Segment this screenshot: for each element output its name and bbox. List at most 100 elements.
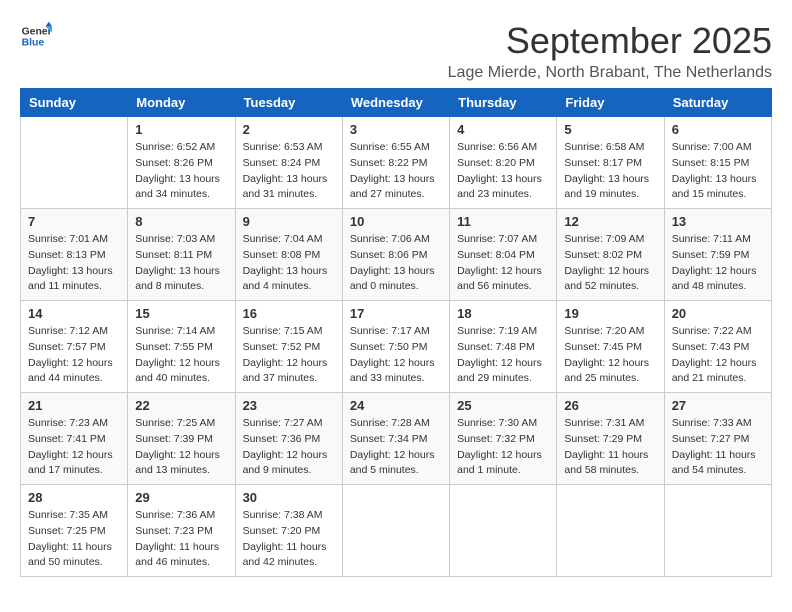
day-number: 27 [672,398,764,413]
day-info: Sunrise: 7:00 AM Sunset: 8:15 PM Dayligh… [672,140,764,203]
calendar-cell: 12Sunrise: 7:09 AM Sunset: 8:02 PM Dayli… [557,209,664,301]
calendar-cell: 14 Sunrise: 7:12 AM Sunset: 7:57 PM Dayli… [21,301,128,393]
day-info: Sunrise: 7:04 AM Sunset: 8:08 PM Dayligh… [243,232,335,295]
svg-text:Blue: Blue [22,38,45,49]
calendar-cell: 1 Sunrise: 6:52 AM Sunset: 8:26 PM Daylig… [128,117,235,209]
day-info: Sunrise: 6:52 AM Sunset: 8:26 PM Dayligh… [135,140,227,203]
day-info: Sunrise: 7:23 AM Sunset: 7:41 PM Dayligh… [28,416,120,479]
day-number: 13 [672,214,764,229]
calendar-week-row: 21 Sunrise: 7:23 AM Sunset: 7:41 PM Dayli… [21,393,772,485]
day-number: 7 [28,214,120,229]
calendar-cell: 13 Sunrise: 7:11 AM Sunset: 7:59 PM Dayli… [664,209,771,301]
calendar-cell: 25 Sunrise: 7:30 AM Sunset: 7:32 PM Dayli… [450,393,557,485]
calendar-week-row: 7Sunrise: 7:01 AM Sunset: 8:13 PM Daylig… [21,209,772,301]
calendar-cell: 2Sunrise: 6:53 AM Sunset: 8:24 PM Daylig… [235,117,342,209]
day-info: Sunrise: 7:06 AM Sunset: 8:06 PM Dayligh… [350,232,442,295]
weekday-header: Monday [128,89,235,117]
calendar-cell [342,485,449,577]
calendar-table: SundayMondayTuesdayWednesdayThursdayFrid… [20,88,772,577]
title-section: September 2025 Lage Mierde, North Braban… [448,20,772,82]
calendar-cell [664,485,771,577]
day-number: 16 [243,306,335,321]
day-info: Sunrise: 6:55 AM Sunset: 8:22 PM Dayligh… [350,140,442,203]
weekday-header-row: SundayMondayTuesdayWednesdayThursdayFrid… [21,89,772,117]
calendar-cell: 30 Sunrise: 7:38 AM Sunset: 7:20 PM Dayli… [235,485,342,577]
weekday-header: Thursday [450,89,557,117]
day-number: 26 [564,398,656,413]
weekday-header: Saturday [664,89,771,117]
day-info: Sunrise: 7:20 AM Sunset: 7:45 PM Dayligh… [564,324,656,387]
day-number: 6 [672,122,764,137]
day-number: 4 [457,122,549,137]
day-info: Sunrise: 7:19 AM Sunset: 7:48 PM Dayligh… [457,324,549,387]
day-number: 8 [135,214,227,229]
day-number: 15 [135,306,227,321]
day-info: Sunrise: 7:38 AM Sunset: 7:20 PM Dayligh… [243,508,335,571]
calendar-week-row: 14 Sunrise: 7:12 AM Sunset: 7:57 PM Dayli… [21,301,772,393]
day-number: 11 [457,214,549,229]
weekday-header: Tuesday [235,89,342,117]
day-number: 12 [564,214,656,229]
day-info: Sunrise: 7:22 AM Sunset: 7:43 PM Dayligh… [672,324,764,387]
day-info: Sunrise: 7:33 AM Sunset: 7:27 PM Dayligh… [672,416,764,479]
day-info: Sunrise: 7:14 AM Sunset: 7:55 PM Dayligh… [135,324,227,387]
day-number: 19 [564,306,656,321]
calendar-cell [450,485,557,577]
day-info: Sunrise: 7:25 AM Sunset: 7:39 PM Dayligh… [135,416,227,479]
day-number: 17 [350,306,442,321]
day-info: Sunrise: 7:35 AM Sunset: 7:25 PM Dayligh… [28,508,120,571]
day-number: 28 [28,490,120,505]
calendar-cell: 6 Sunrise: 7:00 AM Sunset: 8:15 PM Daylig… [664,117,771,209]
day-number: 14 [28,306,120,321]
calendar-cell: 24Sunrise: 7:28 AM Sunset: 7:34 PM Dayli… [342,393,449,485]
day-number: 9 [243,214,335,229]
calendar-cell: 15 Sunrise: 7:14 AM Sunset: 7:55 PM Dayli… [128,301,235,393]
calendar-cell: 11Sunrise: 7:07 AM Sunset: 8:04 PM Dayli… [450,209,557,301]
calendar-cell: 17 Sunrise: 7:17 AM Sunset: 7:50 PM Dayli… [342,301,449,393]
day-number: 10 [350,214,442,229]
day-number: 25 [457,398,549,413]
calendar-cell: 10 Sunrise: 7:06 AM Sunset: 8:06 PM Dayli… [342,209,449,301]
day-info: Sunrise: 7:36 AM Sunset: 7:23 PM Dayligh… [135,508,227,571]
calendar-cell: 16Sunrise: 7:15 AM Sunset: 7:52 PM Dayli… [235,301,342,393]
calendar-cell: 21 Sunrise: 7:23 AM Sunset: 7:41 PM Dayli… [21,393,128,485]
calendar-cell: 18Sunrise: 7:19 AM Sunset: 7:48 PM Dayli… [450,301,557,393]
calendar-cell: 5 Sunrise: 6:58 AM Sunset: 8:17 PM Daylig… [557,117,664,209]
day-number: 5 [564,122,656,137]
calendar-cell: 23 Sunrise: 7:27 AM Sunset: 7:36 PM Dayli… [235,393,342,485]
day-number: 30 [243,490,335,505]
day-info: Sunrise: 7:31 AM Sunset: 7:29 PM Dayligh… [564,416,656,479]
day-info: Sunrise: 7:27 AM Sunset: 7:36 PM Dayligh… [243,416,335,479]
day-number: 29 [135,490,227,505]
day-info: Sunrise: 6:56 AM Sunset: 8:20 PM Dayligh… [457,140,549,203]
calendar-cell: 3 Sunrise: 6:55 AM Sunset: 8:22 PM Daylig… [342,117,449,209]
calendar-cell: 22 Sunrise: 7:25 AM Sunset: 7:39 PM Dayli… [128,393,235,485]
day-number: 2 [243,122,335,137]
day-info: Sunrise: 7:17 AM Sunset: 7:50 PM Dayligh… [350,324,442,387]
calendar-cell [557,485,664,577]
weekday-header: Friday [557,89,664,117]
day-info: Sunrise: 7:11 AM Sunset: 7:59 PM Dayligh… [672,232,764,295]
day-number: 22 [135,398,227,413]
day-number: 20 [672,306,764,321]
calendar-week-row: 28 Sunrise: 7:35 AM Sunset: 7:25 PM Dayli… [21,485,772,577]
day-info: Sunrise: 6:58 AM Sunset: 8:17 PM Dayligh… [564,140,656,203]
calendar-cell: 8Sunrise: 7:03 AM Sunset: 8:11 PM Daylig… [128,209,235,301]
calendar-cell: 27 Sunrise: 7:33 AM Sunset: 7:27 PM Dayli… [664,393,771,485]
day-number: 23 [243,398,335,413]
calendar-cell [21,117,128,209]
day-number: 21 [28,398,120,413]
logo-icon: General Blue [20,20,52,52]
page-header: General Blue September 2025 Lage Mierde,… [20,20,772,82]
calendar-cell: 28 Sunrise: 7:35 AM Sunset: 7:25 PM Dayli… [21,485,128,577]
day-info: Sunrise: 7:30 AM Sunset: 7:32 PM Dayligh… [457,416,549,479]
month-title: September 2025 [448,20,772,62]
calendar-cell: 4 Sunrise: 6:56 AM Sunset: 8:20 PM Daylig… [450,117,557,209]
weekday-header: Wednesday [342,89,449,117]
weekday-header: Sunday [21,89,128,117]
day-number: 1 [135,122,227,137]
calendar-cell: 7Sunrise: 7:01 AM Sunset: 8:13 PM Daylig… [21,209,128,301]
day-info: Sunrise: 7:12 AM Sunset: 7:57 PM Dayligh… [28,324,120,387]
day-number: 3 [350,122,442,137]
location-title: Lage Mierde, North Brabant, The Netherla… [448,64,772,82]
